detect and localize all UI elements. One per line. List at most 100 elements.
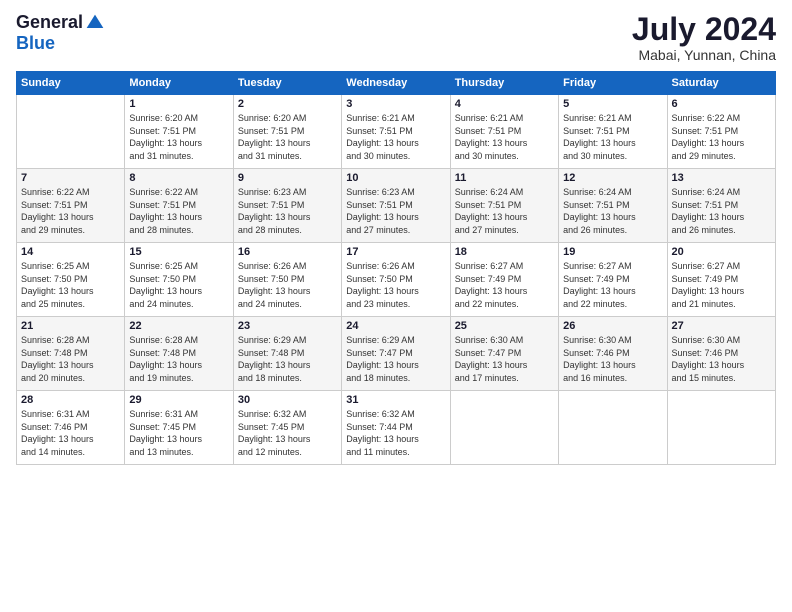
day-info: Sunrise: 6:23 AMSunset: 7:51 PMDaylight:… — [238, 186, 337, 236]
sunset-text: Sunset: 7:49 PM — [455, 274, 522, 284]
daylight-text: Daylight: 13 hours — [563, 360, 636, 370]
sunrise-text: Sunrise: 6:32 AM — [238, 409, 307, 419]
day-info: Sunrise: 6:29 AMSunset: 7:47 PMDaylight:… — [346, 334, 445, 384]
calendar-cell: 30Sunrise: 6:32 AMSunset: 7:45 PMDayligh… — [233, 391, 341, 465]
daylight-text-cont: and 17 minutes. — [455, 373, 519, 383]
calendar-cell: 20 Sunrise: 6:27 AMSunset: 7:49 PMDayligh… — [667, 243, 775, 317]
day-info: Sunrise: 6:29 AMSunset: 7:48 PMDaylight:… — [238, 334, 337, 384]
sunset-text: Sunset: 7:51 PM — [21, 200, 88, 210]
calendar: SundayMondayTuesdayWednesdayThursdayFrid… — [16, 71, 776, 465]
calendar-cell: 17Sunrise: 6:26 AMSunset: 7:50 PMDayligh… — [342, 243, 450, 317]
daylight-text: Daylight: 13 hours — [21, 434, 94, 444]
page: General Blue July 2024 Mabai, Yunnan, Ch… — [0, 0, 792, 612]
calendar-cell: 8 Sunrise: 6:22 AM Sunset: 7:51 PM Daylight… — [125, 169, 233, 243]
day-number: 23 — [238, 320, 337, 332]
daylight-text: Daylight: 13 hours — [21, 360, 94, 370]
day-number: 14 — [21, 246, 120, 258]
day-number: 31 — [346, 394, 445, 406]
daylight-text: Daylight: 13 hours — [238, 286, 311, 296]
sunrise-text: Sunrise: 6:25 AM — [21, 261, 90, 271]
daylight-text: Daylight: 13 hours — [455, 212, 528, 222]
sunset-text: Sunset: 7:51 PM — [129, 200, 196, 210]
sunrise-text: Sunrise: 6:30 AM — [563, 335, 632, 345]
day-info: Sunrise: 6:31 AMSunset: 7:45 PMDaylight:… — [129, 408, 228, 458]
calendar-week-row: 28 Sunrise: 6:31 AM Sunset: 7:46 PM Dayligh… — [17, 391, 776, 465]
daylight-text: Daylight: 13 hours — [238, 212, 311, 222]
logo: General Blue — [16, 12, 105, 54]
calendar-cell: 13Sunrise: 6:24 AMSunset: 7:51 PMDayligh… — [667, 169, 775, 243]
logo-icon — [85, 13, 105, 33]
day-number: 9 — [238, 172, 337, 184]
calendar-cell: 11Sunrise: 6:24 AMSunset: 7:51 PMDayligh… — [450, 169, 558, 243]
calendar-cell — [17, 95, 125, 169]
daylight-text-cont: and 28 minutes. — [238, 225, 302, 235]
day-number: 30 — [238, 394, 337, 406]
calendar-cell: 3Sunrise: 6:21 AMSunset: 7:51 PMDaylight… — [342, 95, 450, 169]
day-number: 11 — [455, 172, 554, 184]
day-of-week-header: Wednesday — [342, 72, 450, 95]
sunset-text: Sunset: 7:46 PM — [21, 422, 88, 432]
day-number: 28 — [21, 394, 120, 406]
calendar-week-row: 14 Sunrise: 6:25 AMSunset: 7:50 PMDayligh… — [17, 243, 776, 317]
sunset-text: Sunset: 7:51 PM — [672, 126, 739, 136]
day-number: 20 — [672, 246, 771, 258]
month-year: July 2024 — [632, 12, 776, 47]
daylight-text: Daylight: 13 hours — [238, 138, 311, 148]
daylight-text-cont: and 18 minutes. — [238, 373, 302, 383]
sunset-text: Sunset: 7:48 PM — [129, 348, 196, 358]
sunset-text: Sunset: 7:44 PM — [346, 422, 413, 432]
daylight-text: Daylight: 13 hours — [238, 360, 311, 370]
day-info: Sunrise: 6:27 AMSunset: 7:49 PMDaylight:… — [672, 260, 771, 310]
calendar-cell: 6Sunrise: 6:22 AMSunset: 7:51 PMDaylight… — [667, 95, 775, 169]
sunrise-text: Sunrise: 6:22 AM — [129, 187, 198, 197]
sunrise-text: Sunrise: 6:24 AM — [563, 187, 632, 197]
calendar-cell: 23 Sunrise: 6:29 AMSunset: 7:48 PMDayligh… — [233, 317, 341, 391]
sunset-text: Sunset: 7:48 PM — [21, 348, 88, 358]
daylight-text-cont: and 29 minutes. — [672, 151, 736, 161]
calendar-week-row: 7Sunrise: 6:22 AMSunset: 7:51 PMDaylight… — [17, 169, 776, 243]
calendar-cell — [667, 391, 775, 465]
daylight-text-cont: and 31 minutes. — [238, 151, 302, 161]
calendar-cell: 16Sunrise: 6:26 AMSunset: 7:50 PMDayligh… — [233, 243, 341, 317]
daylight-text: Daylight: 13 hours — [129, 138, 202, 148]
day-number: 16 — [238, 246, 337, 258]
daylight-text: Daylight: 13 hours — [129, 212, 202, 222]
sunrise-text: Sunrise: 6:31 AM — [129, 409, 198, 419]
daylight-text-cont: and 18 minutes. — [346, 373, 410, 383]
calendar-cell: 28Sunrise: 6:31 AMSunset: 7:46 PMDayligh… — [17, 391, 125, 465]
day-info: Sunrise: 6:24 AMSunset: 7:51 PMDaylight:… — [672, 186, 771, 236]
sunrise-text: Sunrise: 6:22 AM — [21, 187, 90, 197]
sunrise-text: Sunrise: 6:29 AM — [346, 335, 415, 345]
day-number: 1 — [129, 98, 228, 110]
calendar-cell: 15Sunrise: 6:25 AMSunset: 7:50 PMDayligh… — [125, 243, 233, 317]
daylight-text: Daylight: 13 hours — [346, 360, 419, 370]
sunrise-text: Sunrise: 6:30 AM — [672, 335, 741, 345]
sunrise-text: Sunrise: 6:21 AM — [455, 113, 524, 123]
daylight-text: Daylight: 13 hours — [563, 286, 636, 296]
day-number: 3 — [346, 98, 445, 110]
daylight-text: Daylight: 13 hours — [563, 138, 636, 148]
calendar-cell: 4Sunrise: 6:21 AMSunset: 7:51 PMDaylight… — [450, 95, 558, 169]
day-number: 24 — [346, 320, 445, 332]
sunset-text: Sunset: 7:51 PM — [346, 126, 413, 136]
logo-general: General — [16, 12, 83, 33]
day-number: 22 — [129, 320, 228, 332]
daylight-text-cont: and 24 minutes. — [238, 299, 302, 309]
day-of-week-header: Sunday — [17, 72, 125, 95]
day-info: Sunrise: 6:22 AM Sunset: 7:51 PM Daylight:… — [129, 186, 228, 236]
day-info: Sunrise: 6:25 AMSunset: 7:50 PMDaylight:… — [21, 260, 120, 310]
day-number: 8 — [129, 172, 228, 184]
calendar-week-row: 21Sunrise: 6:28 AMSunset: 7:48 PMDayligh… — [17, 317, 776, 391]
day-number: 2 — [238, 98, 337, 110]
sunset-text: Sunset: 7:45 PM — [129, 422, 196, 432]
day-info: Sunrise: 6:28 AMSunset: 7:48 PMDaylight:… — [129, 334, 228, 384]
daylight-text: Daylight: 13 hours — [672, 138, 745, 148]
day-number: 4 — [455, 98, 554, 110]
calendar-cell: 26Sunrise: 6:30 AMSunset: 7:46 PMDayligh… — [559, 317, 667, 391]
daylight-text-cont: and 22 minutes. — [563, 299, 627, 309]
calendar-cell: 9 Sunrise: 6:23 AMSunset: 7:51 PMDaylight… — [233, 169, 341, 243]
location: Mabai, Yunnan, China — [632, 47, 776, 63]
day-number: 15 — [129, 246, 228, 258]
calendar-cell: 5Sunrise: 6:21 AMSunset: 7:51 PMDaylight… — [559, 95, 667, 169]
calendar-cell: 27Sunrise: 6:30 AMSunset: 7:46 PMDayligh… — [667, 317, 775, 391]
